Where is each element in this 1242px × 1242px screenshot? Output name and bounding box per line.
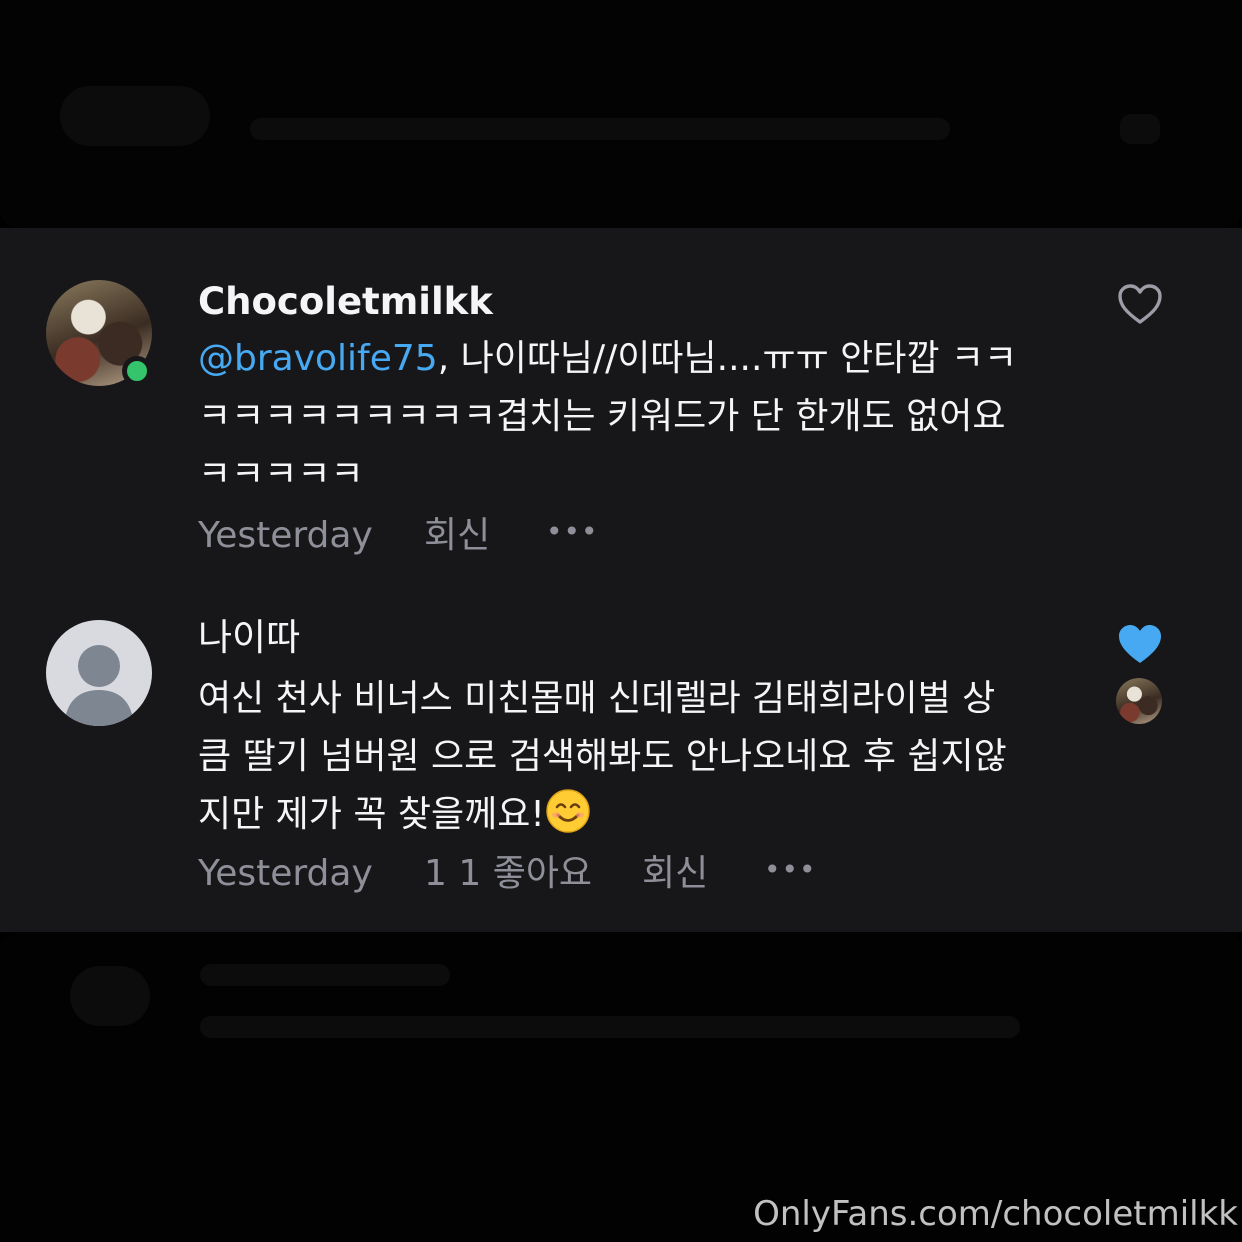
- comment-text: 여신 천사 비너스 미친몸매 신데렐라 김태희라이벌 상 큼 딸기 넘버원 으로…: [198, 670, 1068, 844]
- comment-timestamp: Yesterday: [198, 853, 373, 894]
- blurred-previous-comment: [0, 0, 1242, 228]
- comments-panel: Chocoletmilkk @bravolife75, 나이따님//이따님...…: [0, 228, 1242, 932]
- more-options-icon[interactable]: •••: [764, 846, 817, 894]
- comment-text-line: 지만 제가 꼭 찾을께요!: [198, 794, 545, 835]
- online-status-indicator: [122, 356, 152, 386]
- comment-text-line: ㅋㅋㅋㅋㅋㅋㅋㅋㅋ겹치는 키워드가 단 한개도 없어요: [198, 396, 1006, 437]
- comment-text-line: ㅋㅋㅋㅋㅋ: [198, 454, 364, 495]
- comment-text-line: 여신 천사 비너스 미친몸매 신데렐라 김태희라이벌 상: [198, 678, 996, 719]
- blurred-heart-icon: [1120, 114, 1160, 144]
- reply-button[interactable]: 회신: [642, 850, 708, 898]
- liked-heart-icon[interactable]: [1116, 622, 1164, 666]
- blurred-text-line: [200, 1016, 1020, 1038]
- user-mention-link[interactable]: @bravolife75: [198, 338, 438, 379]
- comment-timestamp: Yesterday: [198, 515, 373, 556]
- like-heart-icon[interactable]: [1116, 282, 1164, 326]
- comment-text: @bravolife75, 나이따님//이따님....ㅠㅠ 안타깝 ㅋㅋ ㅋㅋㅋ…: [198, 330, 1068, 504]
- comment-text-line: , 나이따님//이따님....ㅠㅠ 안타깝 ㅋㅋ: [437, 338, 1018, 379]
- blurred-text-line: [200, 964, 450, 986]
- screenshot-stage: Chocoletmilkk @bravolife75, 나이따님//이따님...…: [0, 0, 1242, 1242]
- default-avatar-icon: [64, 645, 134, 726]
- blurred-text-line: [250, 118, 950, 140]
- likes-count-button[interactable]: 1 1 좋아요: [424, 850, 592, 898]
- blurred-avatar: [60, 86, 210, 146]
- smiling-face-emoji-icon: [546, 789, 590, 833]
- more-options-icon[interactable]: •••: [546, 508, 599, 556]
- reply-button[interactable]: 회신: [424, 512, 490, 560]
- watermark: OnlyFans.com/chocoletmilkk: [753, 1194, 1238, 1234]
- author-liked-avatar: [1116, 678, 1162, 724]
- comment-text-line: 큼 딸기 넘버원 으로 검색해봐도 안나오네요 후 쉽지않: [198, 736, 1007, 777]
- avatar[interactable]: [46, 620, 152, 726]
- blurred-avatar: [70, 966, 150, 1026]
- comment-username[interactable]: 나이따: [198, 614, 300, 662]
- comment-username[interactable]: Chocoletmilkk: [198, 278, 493, 326]
